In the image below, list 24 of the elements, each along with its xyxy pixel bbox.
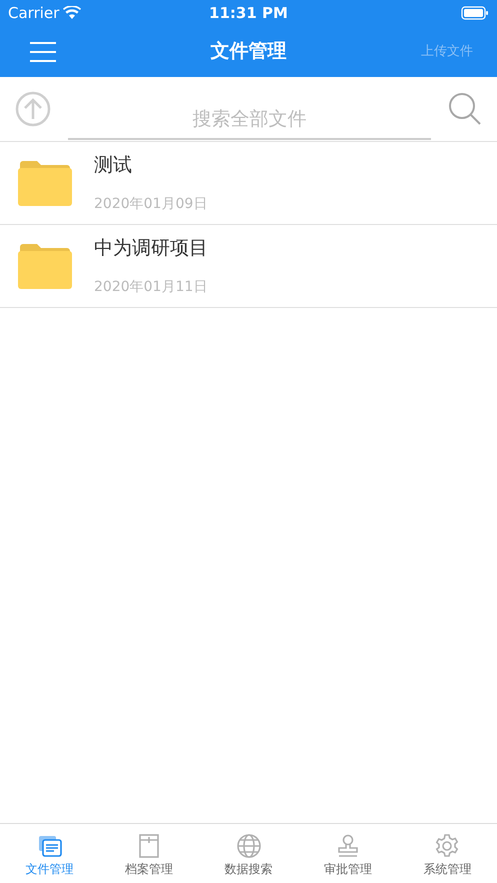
- globe-icon: [236, 833, 262, 859]
- documents-icon: [36, 833, 63, 859]
- folder-icon: [18, 243, 72, 289]
- folder-date: 2020年01月11日: [94, 278, 208, 297]
- tab-bar-item[interactable]: 文件管理: [0, 824, 100, 883]
- tab-bar-item[interactable]: 审批管理: [298, 824, 398, 883]
- tab-bar-item[interactable]: 系统管理: [398, 824, 497, 883]
- folder-name: 测试: [94, 153, 133, 178]
- carrier-label: Carrier: [8, 2, 60, 24]
- search-icon[interactable]: [448, 92, 482, 126]
- tab-bar-item[interactable]: 档案管理: [99, 824, 199, 883]
- menu-button[interactable]: [30, 42, 56, 62]
- folder-date: 2020年01月09日: [94, 194, 208, 214]
- folder-name: 中为调研项目: [94, 236, 208, 262]
- folder-icon: [18, 160, 72, 206]
- folder-row[interactable]: 中为调研项目 2020年01月11日: [0, 225, 497, 308]
- tab-bar-item[interactable]: 数据搜索: [198, 824, 298, 883]
- page-title: 文件管理: [210, 39, 286, 64]
- battery-icon: [460, 6, 489, 20]
- search-field[interactable]: 搜索全部文件: [68, 100, 431, 140]
- status-time: 11:31 PM: [209, 2, 288, 24]
- wifi-icon: [63, 6, 82, 20]
- settings-icon: [434, 833, 460, 859]
- folder-row[interactable]: 测试 2020年01月09日: [0, 142, 497, 225]
